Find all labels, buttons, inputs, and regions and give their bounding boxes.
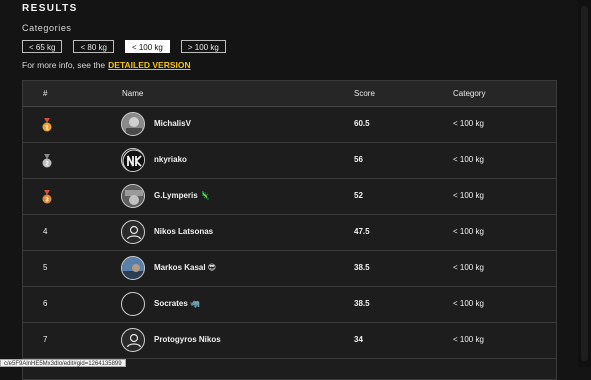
avatar-logo-icon <box>122 149 144 171</box>
player-category: < 100 kg <box>453 335 484 344</box>
player-score: 34 <box>354 335 363 344</box>
player-name: G.Lymperis 🦎 <box>154 191 210 200</box>
categories-label: Categories <box>22 23 72 33</box>
category-button-lt100[interactable]: < 100 kg <box>124 40 170 53</box>
player-name: Socrates 🦏 <box>154 299 200 308</box>
silver-medal-icon: 2 <box>42 154 52 168</box>
player-score: 56 <box>354 155 363 164</box>
table-row[interactable]: 4 Nikos Latsonas 47.5 < 100 kg <box>23 215 556 251</box>
gold-medal-icon: 1 <box>42 118 52 132</box>
player-score: 60.5 <box>354 119 370 128</box>
avatar-photo-icon <box>122 185 144 207</box>
avatar <box>121 148 145 172</box>
category-button-gt100[interactable]: > 100 kg <box>180 40 226 53</box>
column-header-category: Category <box>453 89 486 98</box>
player-category: < 100 kg <box>453 227 484 236</box>
table-row[interactable]: 6 Socrates 🦏 38.5 < 100 kg <box>23 287 556 323</box>
player-name: Markos Kasal 😎 <box>154 263 217 272</box>
player-category: < 100 kg <box>453 191 484 200</box>
player-score: 52 <box>354 191 363 200</box>
status-url: c/e5F9AlnHE5Mx3dlo/edit#gid=1264135899 <box>0 359 126 367</box>
table-header: # Name Score Category <box>23 81 556 107</box>
more-info-text: For more info, see the <box>22 60 106 70</box>
avatar <box>121 184 145 208</box>
page-title: RESULTS <box>22 3 78 14</box>
bronze-medal-icon: 3 <box>42 190 52 204</box>
scrollbar-thumb[interactable] <box>581 6 588 361</box>
results-table: # Name Score Category 1 MichalisV 60.5 <… <box>22 80 557 380</box>
avatar-photo-icon <box>122 257 144 279</box>
player-name: nkyriako <box>154 155 187 164</box>
column-header-score: Score <box>354 89 375 98</box>
player-category: < 100 kg <box>453 155 484 164</box>
avatar <box>121 220 145 244</box>
results-page: RESULTS Categories < 65 kg < 80 kg < 100… <box>0 0 591 380</box>
player-category: < 100 kg <box>453 299 484 308</box>
column-header-rank: # <box>43 89 48 98</box>
rank-number: 7 <box>43 335 48 344</box>
table-row[interactable]: 3 G.Lymperis 🦎 52 < 100 kg <box>23 179 556 215</box>
detailed-version-link[interactable]: DETAILED VERSION <box>108 60 191 70</box>
player-category: < 100 kg <box>453 263 484 272</box>
player-name: Protogyros Nikos <box>154 335 221 344</box>
player-score: 47.5 <box>354 227 370 236</box>
column-header-name: Name <box>122 89 144 98</box>
player-category: < 100 kg <box>453 119 484 128</box>
player-score: 38.5 <box>354 299 370 308</box>
category-button-lt80[interactable]: < 80 kg <box>73 40 114 53</box>
category-filter: < 65 kg < 80 kg < 100 kg > 100 kg <box>22 40 226 53</box>
default-user-icon <box>126 225 142 240</box>
player-name: MichalisV <box>154 119 191 128</box>
rank-number: 5 <box>43 263 48 272</box>
player-score: 38.5 <box>354 263 370 272</box>
table-row[interactable]: 1 MichalisV 60.5 < 100 kg <box>23 107 556 143</box>
default-user-icon <box>126 333 142 348</box>
table-row[interactable]: 7 Protogyros Nikos 34 < 100 kg <box>23 323 556 359</box>
avatar-photo-icon <box>122 113 144 135</box>
avatar <box>121 256 145 280</box>
table-row[interactable]: 2 nkyriako 56 < 100 kg <box>23 143 556 179</box>
avatar <box>121 328 145 352</box>
category-button-lt65[interactable]: < 65 kg <box>22 40 63 53</box>
rank-number: 6 <box>43 299 48 308</box>
more-info-line: For more info, see the DETAILED VERSION <box>22 60 191 70</box>
avatar <box>121 112 145 136</box>
table-row[interactable]: 5 Markos Kasal 😎 38.5 < 100 kg <box>23 251 556 287</box>
avatar <box>121 292 145 316</box>
rank-number: 4 <box>43 227 48 236</box>
player-name: Nikos Latsonas <box>154 227 214 236</box>
